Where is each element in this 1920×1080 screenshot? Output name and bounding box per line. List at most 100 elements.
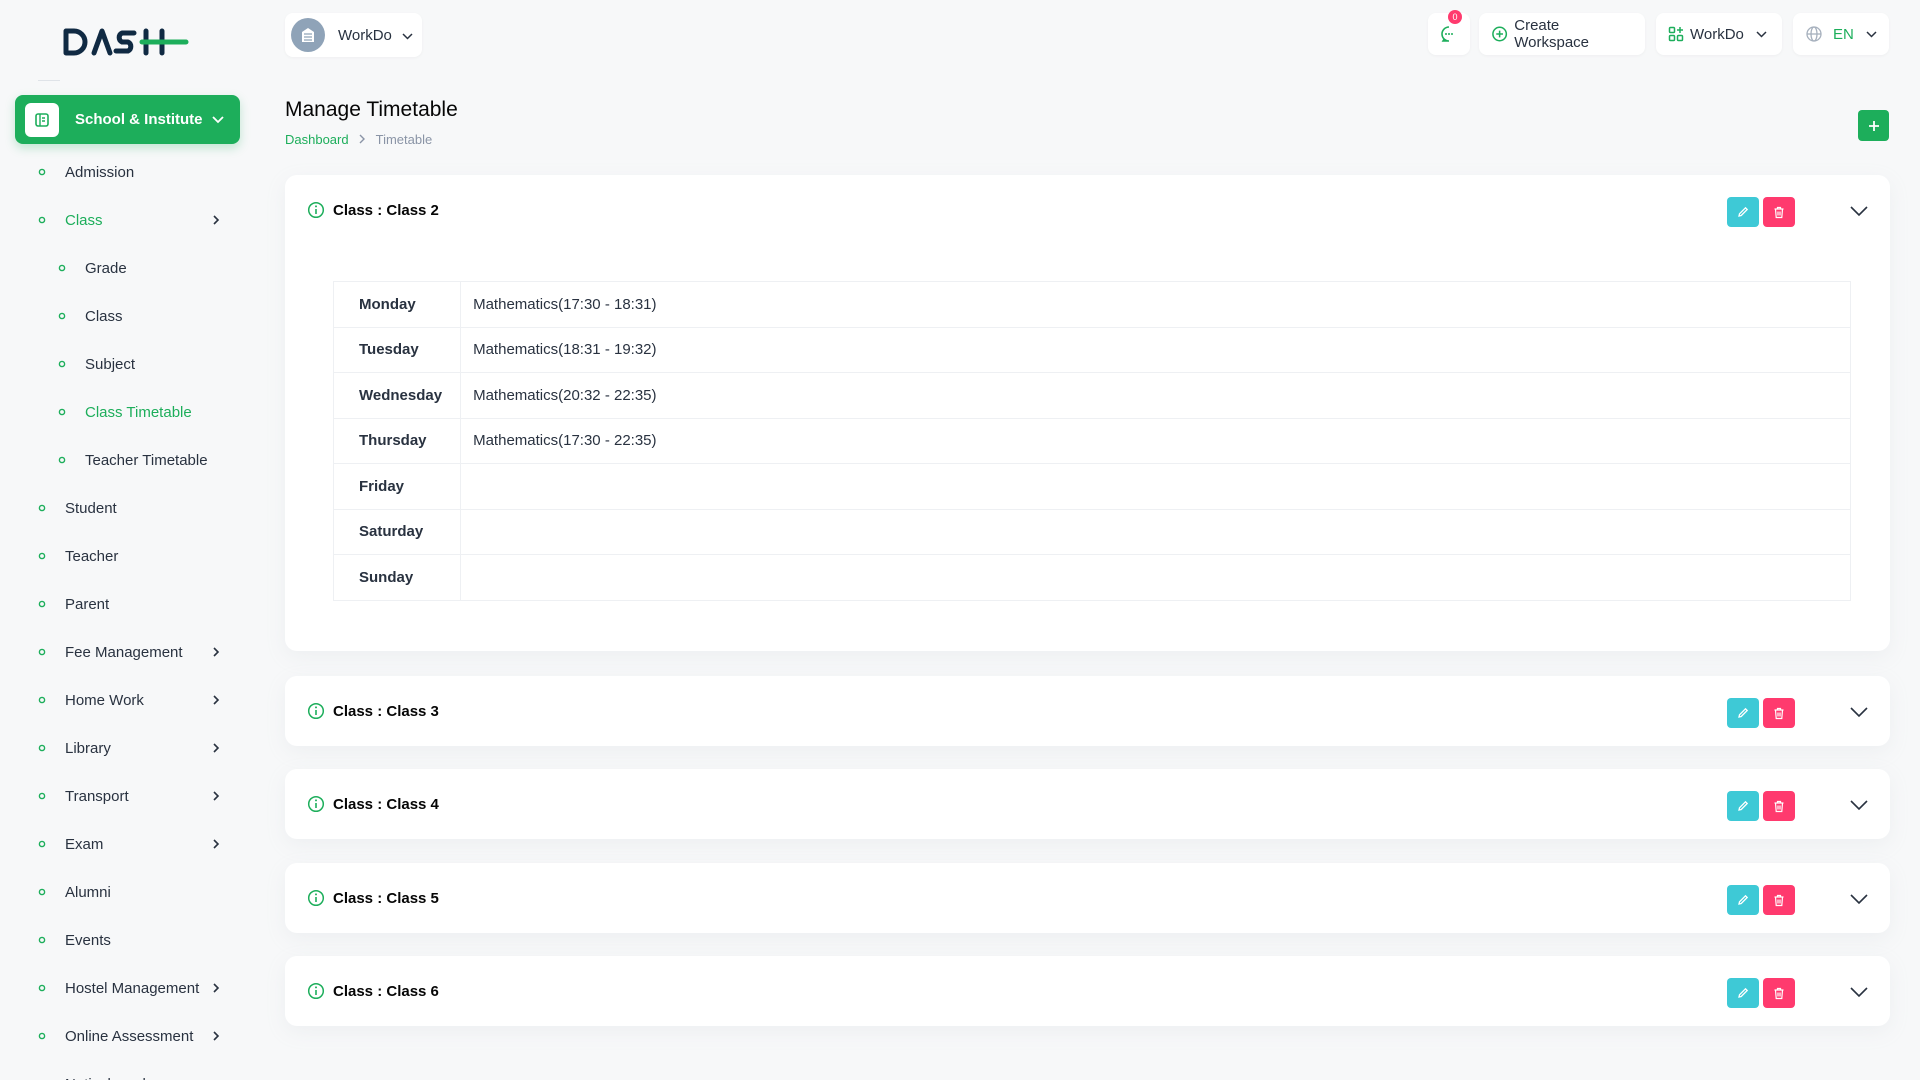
sidebar-item-label: Transport bbox=[65, 787, 129, 805]
plus-circle-icon bbox=[1492, 26, 1508, 42]
sidebar-item[interactable]: Transport bbox=[0, 772, 255, 820]
breadcrumb-dashboard-link[interactable]: Dashboard bbox=[285, 132, 349, 147]
messages-button[interactable]: 0 bbox=[1428, 10, 1470, 55]
sidebar-item[interactable]: Exam bbox=[0, 820, 255, 868]
bullet-icon bbox=[38, 840, 46, 848]
chat-icon bbox=[1441, 26, 1453, 42]
chevron-down-icon[interactable] bbox=[1850, 706, 1868, 718]
sidebar-item[interactable]: Online Assessment bbox=[0, 1012, 255, 1060]
trash-icon bbox=[1774, 987, 1784, 999]
bullet-icon bbox=[38, 888, 46, 896]
sidebar-item-label: Class bbox=[85, 307, 123, 325]
globe-icon bbox=[1806, 26, 1822, 42]
breadcrumb-current: Timetable bbox=[375, 132, 433, 147]
trash-icon bbox=[1774, 894, 1784, 906]
sidebar-item-label: Grade bbox=[85, 259, 127, 277]
bullet-icon bbox=[58, 360, 66, 368]
delete-button[interactable] bbox=[1763, 885, 1795, 915]
timetable-card: Class : Class 2 Monday Mathematics(17:30 -… bbox=[285, 175, 1890, 651]
book-icon bbox=[25, 102, 59, 137]
bullet-icon bbox=[58, 264, 66, 272]
sidebar-item[interactable]: Home Work bbox=[0, 676, 255, 724]
add-timetable-button[interactable] bbox=[1858, 110, 1889, 141]
chevron-down-icon[interactable] bbox=[1850, 893, 1868, 905]
create-workspace-button[interactable]: Create Workspace bbox=[1479, 13, 1645, 55]
timetable-card-header[interactable]: Class : Class 5 bbox=[285, 863, 1890, 933]
sidebar-item[interactable]: Teacher bbox=[0, 532, 255, 580]
delete-button[interactable] bbox=[1763, 978, 1795, 1008]
sidebar-item-label: Events bbox=[65, 931, 111, 949]
day-cell: Sunday bbox=[333, 554, 462, 600]
pencil-icon bbox=[1738, 206, 1749, 217]
timetable-card-header[interactable]: Class : Class 3 bbox=[285, 676, 1890, 746]
chevron-right-icon bbox=[213, 983, 220, 993]
chevron-right-icon bbox=[213, 743, 220, 753]
schedule-cell bbox=[461, 555, 1851, 601]
chevron-down-icon[interactable] bbox=[1850, 986, 1868, 998]
chevron-down-icon bbox=[212, 111, 224, 128]
sidebar-item[interactable]: Alumni bbox=[0, 868, 255, 916]
timetable-card-header[interactable]: Class : Class 4 bbox=[285, 769, 1890, 839]
chevron-down-icon[interactable] bbox=[1850, 205, 1868, 217]
sidebar-item[interactable]: Class bbox=[0, 196, 255, 244]
day-cell: Monday bbox=[333, 281, 462, 327]
info-icon bbox=[307, 982, 325, 1000]
delete-button[interactable] bbox=[1763, 791, 1795, 821]
edit-button[interactable] bbox=[1727, 197, 1759, 227]
sidebar-item[interactable]: Parent bbox=[0, 580, 255, 628]
day-cell: Friday bbox=[333, 463, 462, 509]
sidebar-item[interactable]: Library bbox=[0, 724, 255, 772]
edit-button[interactable] bbox=[1727, 791, 1759, 821]
schedule-cell: Mathematics(17:30 - 22:35) bbox=[473, 432, 657, 450]
chevron-right-icon bbox=[359, 132, 366, 147]
sidebar-item-label: Class Timetable bbox=[85, 403, 192, 421]
edit-button[interactable] bbox=[1727, 698, 1759, 728]
sidebar-item[interactable]: Grade bbox=[0, 244, 255, 292]
sidebar-item[interactable]: Fee Management bbox=[0, 628, 255, 676]
delete-button[interactable] bbox=[1763, 698, 1795, 728]
schedule-cell: Mathematics(17:30 - 18:31) bbox=[473, 295, 657, 313]
sidebar-item[interactable]: Student bbox=[0, 484, 255, 532]
logo-mark bbox=[63, 28, 189, 56]
sidebar-item[interactable]: Admission bbox=[0, 148, 255, 196]
info-icon bbox=[307, 201, 325, 219]
breadcrumb: Dashboard Timetable bbox=[285, 132, 432, 147]
table-row: Thursday Mathematics(17:30 - 22:35) bbox=[333, 418, 1851, 464]
sidebar-nav: Admission Class Grade Class Subject Class Tim… bbox=[0, 148, 255, 1080]
edit-button[interactable] bbox=[1727, 885, 1759, 915]
sidebar: School & Institute Admission Class Grade Cl… bbox=[0, 0, 255, 1080]
page-title: Manage Timetable bbox=[285, 98, 458, 121]
edit-button[interactable] bbox=[1727, 978, 1759, 1008]
timetable-card-title: Class : Class 4 bbox=[333, 795, 439, 813]
sidebar-item[interactable]: Subject bbox=[0, 340, 255, 388]
info-icon bbox=[307, 795, 325, 813]
pencil-icon bbox=[1738, 707, 1749, 718]
sidebar-item-label: Admission bbox=[65, 163, 135, 181]
workspace-selector[interactable]: WorkDo bbox=[285, 13, 422, 57]
chevron-right-icon bbox=[213, 695, 220, 705]
chevron-right-icon bbox=[213, 1031, 220, 1041]
sidebar-item-label: Class bbox=[65, 211, 103, 229]
dash-logo[interactable] bbox=[62, 24, 190, 60]
sidebar-item[interactable]: Events bbox=[0, 916, 255, 964]
chevron-right-icon bbox=[213, 791, 220, 801]
timetable-card-header[interactable]: Class : Class 2 bbox=[285, 175, 1890, 245]
workspace-switch-button[interactable]: WorkDo bbox=[1656, 13, 1782, 55]
info-icon bbox=[307, 702, 325, 720]
sidebar-item-label: Teacher bbox=[65, 547, 119, 565]
timetable-card-header[interactable]: Class : Class 6 bbox=[285, 956, 1890, 1026]
sidebar-item[interactable]: Class bbox=[0, 292, 255, 340]
bullet-icon bbox=[38, 504, 46, 512]
sidebar-item[interactable]: Teacher Timetable bbox=[0, 436, 255, 484]
sidebar-item[interactable]: Class Timetable bbox=[0, 388, 255, 436]
sidebar-item[interactable]: Noticeboard bbox=[0, 1060, 255, 1080]
language-selector[interactable]: EN bbox=[1793, 13, 1889, 55]
module-switch-button[interactable]: School & Institute bbox=[15, 95, 240, 144]
chevron-down-icon bbox=[1756, 30, 1767, 38]
chevron-down-icon[interactable] bbox=[1850, 799, 1868, 811]
delete-button[interactable] bbox=[1763, 197, 1795, 227]
info-icon bbox=[307, 889, 325, 907]
sidebar-item[interactable]: Hostel Management bbox=[0, 964, 255, 1012]
sidebar-item-label: Student bbox=[65, 499, 117, 517]
sidebar-item-label: Exam bbox=[65, 835, 104, 853]
